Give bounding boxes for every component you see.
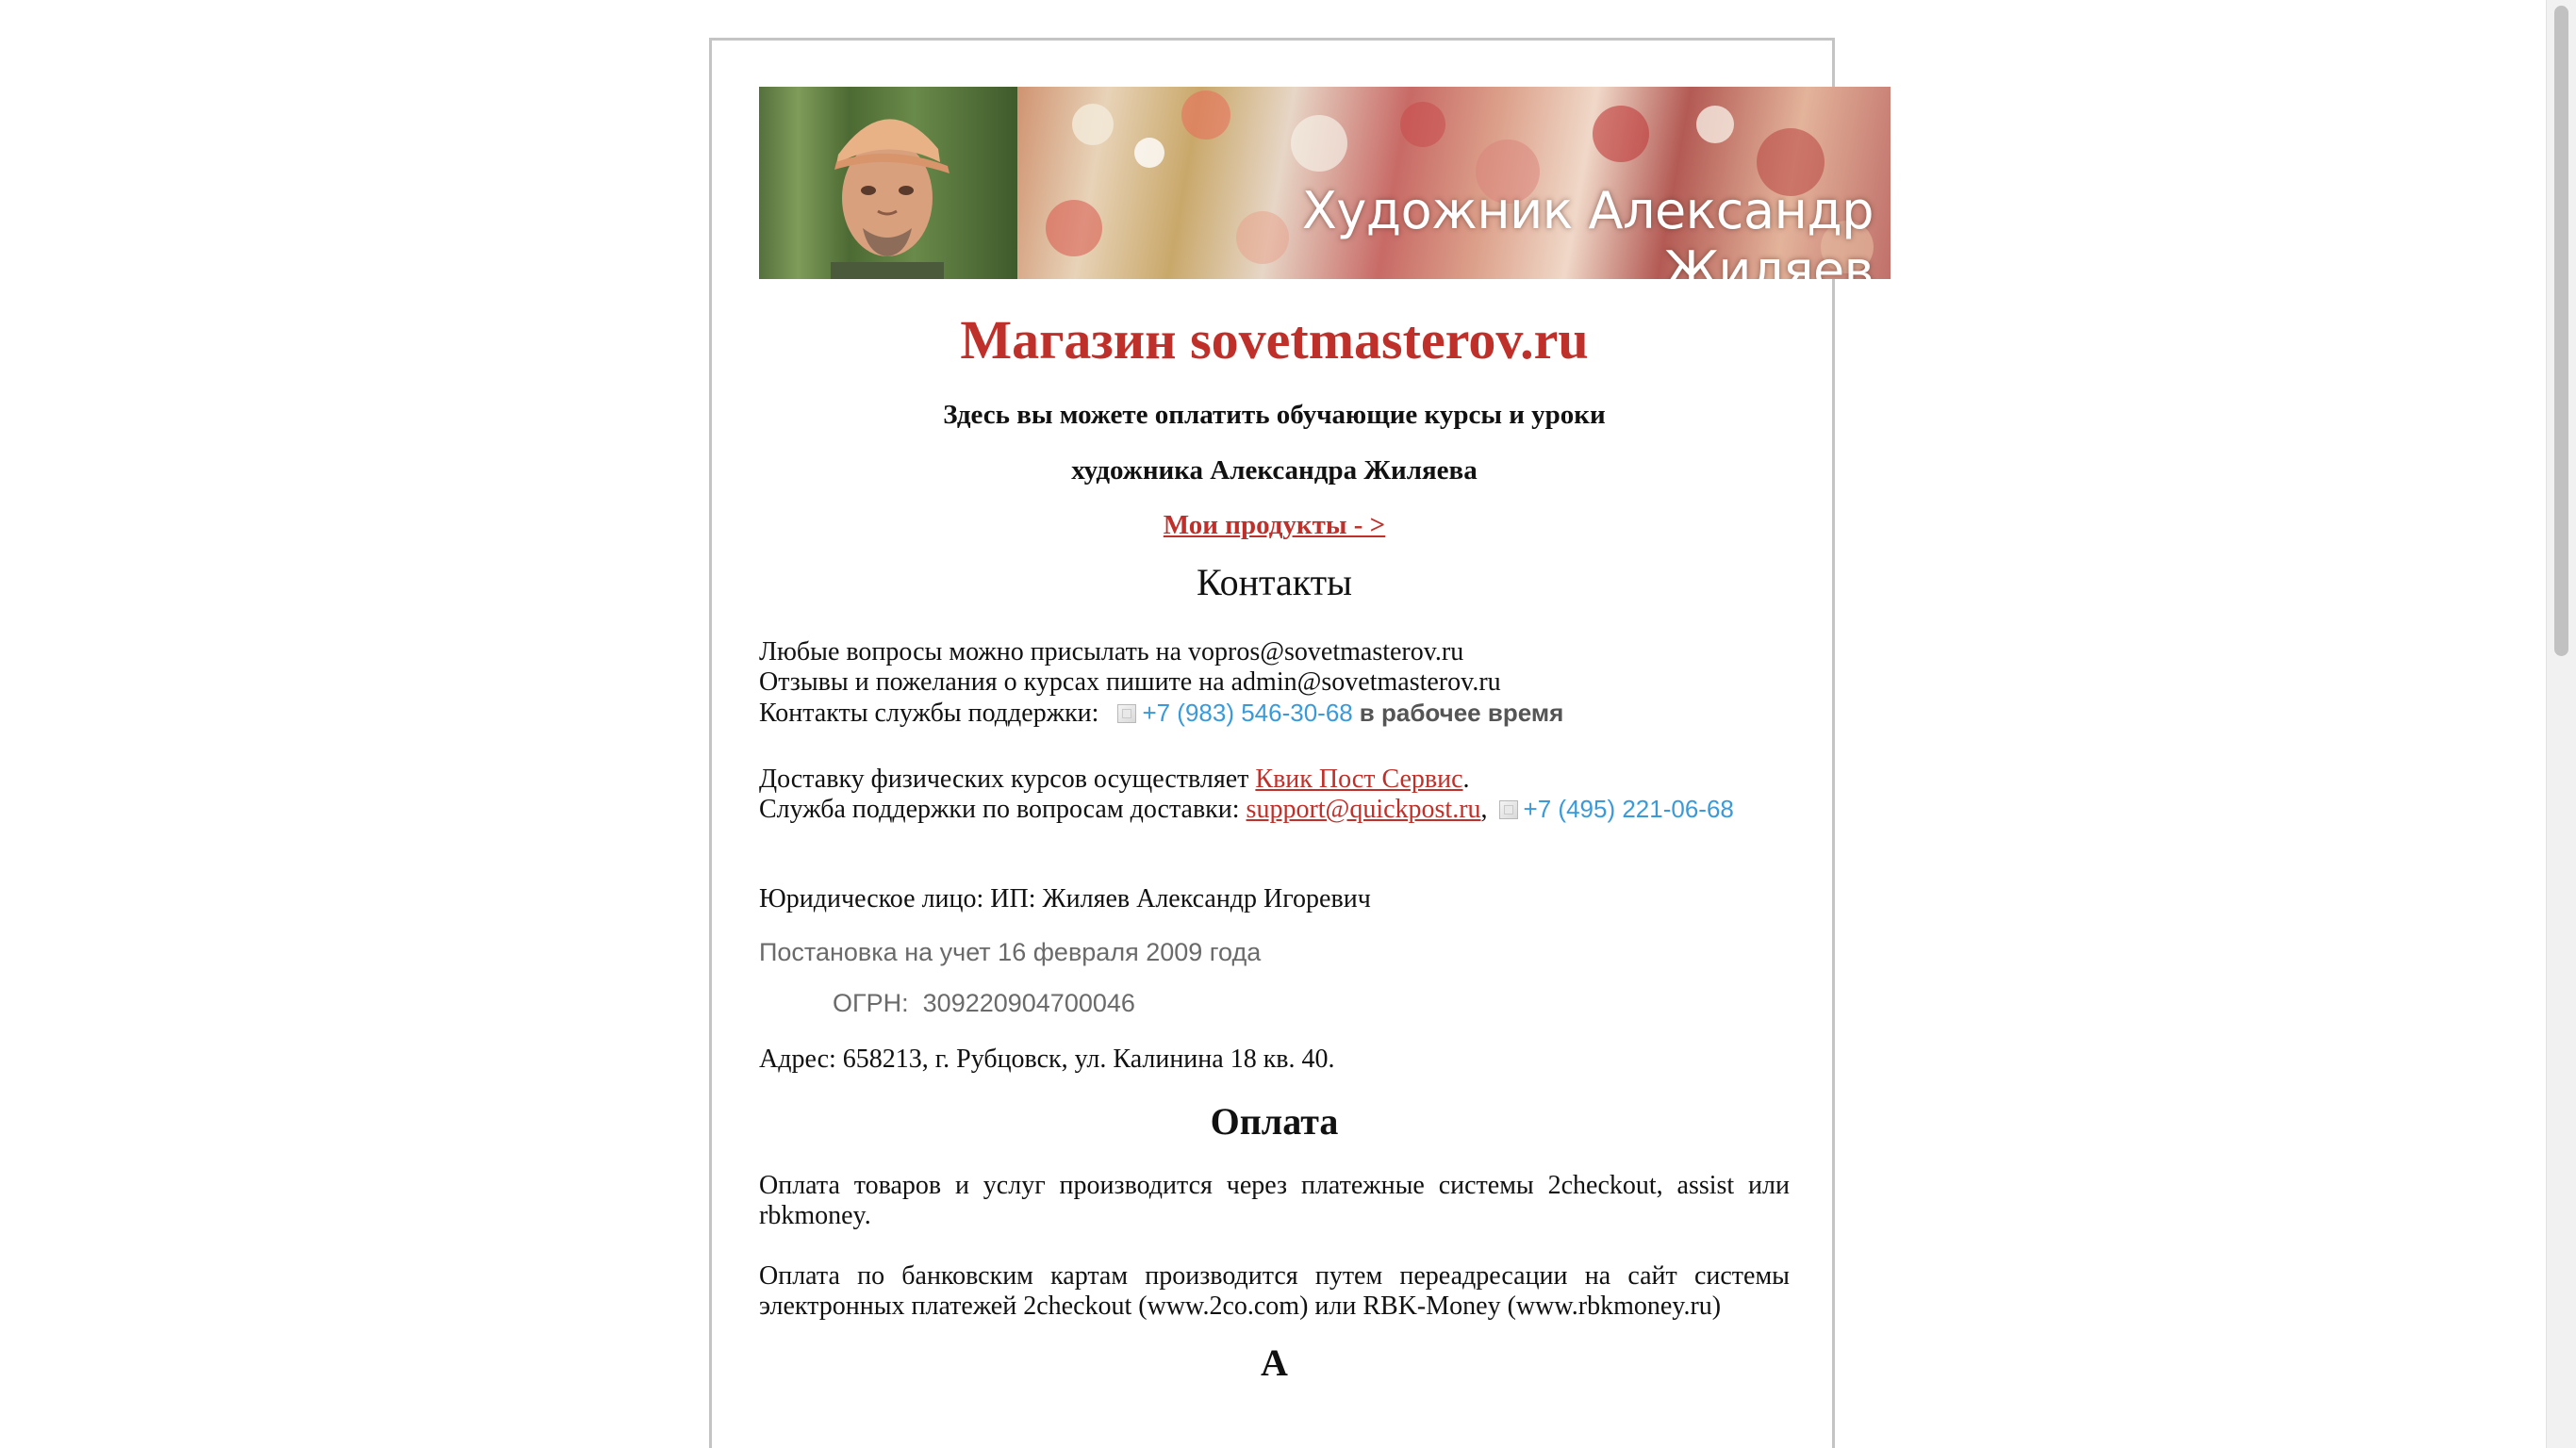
header-banner: Художник Александр Жиляев: [759, 87, 1891, 279]
lead-line-1: Здесь вы можете оплатить обучающие курсы…: [943, 399, 1606, 430]
vertical-scrollbar[interactable]: [2546, 0, 2576, 1448]
delivery-support-label: Служба поддержки по вопросам доставки:: [759, 794, 1240, 824]
payment-heading: Оплата: [1210, 1099, 1339, 1143]
scrollbar-thumb[interactable]: [2554, 6, 2568, 656]
delivery-support-line: Служба поддержки по вопросам доставки: s…: [759, 795, 1790, 824]
legal-section: Юридическое лицо: ИП: Жиляев Александр И…: [759, 884, 1790, 1075]
page-title: Магазин sovetmasterov.ru: [960, 309, 1589, 370]
banner-title: Художник Александр Жиляев: [1301, 181, 1874, 279]
ogrn-line: ОГРН: 309220904700046: [759, 988, 1790, 1018]
delivery-support-comma: ,: [1480, 794, 1488, 824]
lead-line-2: художника Александра Жиляева: [1071, 455, 1478, 486]
delivery-support-phone[interactable]: +7 (495) 221-06-68: [1524, 795, 1734, 823]
next-section-heading: А: [1261, 1341, 1288, 1384]
contacts-section: Любые вопросы можно присылать на vopros@…: [759, 637, 1790, 824]
support-hours: в рабочее время: [1359, 698, 1564, 727]
registration-date: Постановка на учет 16 февраля 2009 года: [759, 937, 1262, 966]
contacts-heading: Контакты: [1196, 560, 1353, 603]
artist-portrait-icon: [831, 119, 949, 279]
support-phone[interactable]: +7 (983) 546-30-68: [1142, 699, 1352, 727]
legal-entity: Юридическое лицо: ИП: Жиляев Александр И…: [759, 883, 1371, 913]
support-line: Контакты службы поддержки: +7 (983) 546-3…: [759, 698, 1790, 729]
payment-section: Оплата товаров и услуг производится чере…: [759, 1171, 1790, 1322]
main-content: Художник Александр Жиляев Магазин sovetm…: [759, 87, 1891, 1386]
payment-paragraph-2: Оплата по банковским картам производится…: [759, 1260, 1790, 1321]
phone-icon: [1498, 799, 1518, 819]
delivery-suffix: .: [1462, 764, 1470, 794]
ogrn-value: 309220904700046: [922, 988, 1135, 1017]
delivery-line: Доставку физических курсов осуществляет …: [759, 765, 1790, 795]
reviews-text: Отзывы и пожелания о курсах пишите на ad…: [759, 666, 1501, 697]
payment-paragraph-1: Оплата товаров и услуг производится чере…: [759, 1170, 1790, 1230]
address: Адрес: 658213, г. Рубцовск, ул. Калинина…: [759, 1044, 1335, 1074]
artist-photo: [759, 87, 1017, 279]
phone-icon: [1117, 703, 1137, 723]
my-products-link[interactable]: Мои продукты - >: [1164, 510, 1385, 541]
delivery-prefix: Доставку физических курсов осуществляет: [759, 764, 1249, 794]
questions-text: Любые вопросы можно присылать на vopros@…: [759, 636, 1464, 666]
delivery-support-email-link[interactable]: support@quickpost.ru: [1247, 795, 1481, 824]
support-label: Контакты службы поддержки:: [759, 698, 1099, 728]
delivery-company-link[interactable]: Квик Пост Сервис: [1255, 765, 1462, 794]
ogrn-label: ОГРН:: [833, 988, 909, 1017]
